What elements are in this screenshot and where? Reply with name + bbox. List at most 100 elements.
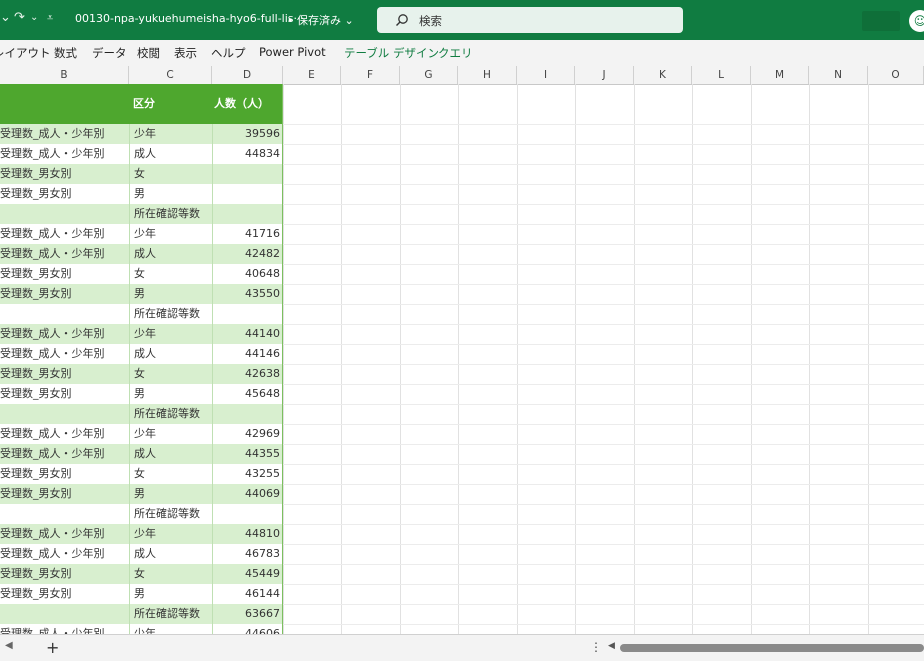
table-cell[interactable]: 受理数_成人・少年別 bbox=[0, 224, 129, 244]
table-cell[interactable]: 受理数_男女別 bbox=[0, 584, 129, 604]
column-header[interactable]: B bbox=[0, 66, 129, 84]
table-cell[interactable] bbox=[212, 184, 283, 204]
table-cell[interactable]: 受理数_成人・少年別 bbox=[0, 624, 129, 634]
table-cell[interactable]: 少年 bbox=[129, 624, 212, 634]
table-cell[interactable]: 女 bbox=[129, 364, 212, 384]
save-state[interactable]: • 保存済み ⌄ bbox=[287, 12, 354, 28]
scrollbar-thumb[interactable] bbox=[620, 644, 924, 652]
column-header[interactable]: G bbox=[400, 66, 458, 84]
table-cell[interactable] bbox=[0, 604, 129, 624]
table-cell[interactable]: 44146 bbox=[212, 344, 283, 364]
table-cell[interactable]: 46144 bbox=[212, 584, 283, 604]
table-cell[interactable]: 45648 bbox=[212, 384, 283, 404]
more-options-icon[interactable]: ⋮ bbox=[590, 640, 602, 654]
table-cell[interactable] bbox=[0, 304, 129, 324]
table-cell[interactable]: 44606 bbox=[212, 624, 283, 634]
table-cell[interactable]: 43255 bbox=[212, 464, 283, 484]
tab-data[interactable]: データ bbox=[92, 45, 127, 61]
table-cell[interactable] bbox=[212, 404, 283, 424]
column-header[interactable]: D bbox=[212, 66, 283, 84]
table-cell[interactable]: 所在確認等数 bbox=[129, 504, 212, 524]
table-cell[interactable] bbox=[0, 204, 129, 224]
table-cell[interactable] bbox=[212, 204, 283, 224]
table-cell[interactable]: 女 bbox=[129, 164, 212, 184]
table-cell[interactable]: 所在確認等数 bbox=[129, 604, 212, 624]
table-cell[interactable]: 受理数_成人・少年別 bbox=[0, 544, 129, 564]
table-cell[interactable]: 受理数_成人・少年別 bbox=[0, 524, 129, 544]
table-cell[interactable]: 受理数_成人・少年別 bbox=[0, 344, 129, 364]
table-cell[interactable]: 44140 bbox=[212, 324, 283, 344]
header-cell-count[interactable]: 人数（人） bbox=[212, 84, 283, 124]
table-cell[interactable]: 少年 bbox=[129, 524, 212, 544]
file-name[interactable]: 00130-npa-yukuehumeisha-hyo6-full-lis··· bbox=[75, 12, 304, 25]
column-header[interactable]: C bbox=[129, 66, 212, 84]
table-cell[interactable] bbox=[212, 164, 283, 184]
titlebar-button[interactable] bbox=[862, 11, 900, 31]
table-cell[interactable]: 44069 bbox=[212, 484, 283, 504]
redo-icon[interactable]: ↷ bbox=[14, 10, 25, 25]
table-cell[interactable] bbox=[0, 504, 129, 524]
search-box[interactable]: 検索 bbox=[377, 7, 683, 33]
table-cell[interactable]: 46783 bbox=[212, 544, 283, 564]
table-cell[interactable]: 受理数_男女別 bbox=[0, 484, 129, 504]
table-cell[interactable]: 所在確認等数 bbox=[129, 204, 212, 224]
table-cell[interactable]: 所在確認等数 bbox=[129, 404, 212, 424]
tab-review[interactable]: 校閲 bbox=[137, 45, 160, 61]
column-header[interactable]: I bbox=[517, 66, 575, 84]
table-cell[interactable]: 44810 bbox=[212, 524, 283, 544]
table-cell[interactable]: 男 bbox=[129, 384, 212, 404]
table-cell[interactable] bbox=[0, 404, 129, 424]
table-cell[interactable]: 受理数_男女別 bbox=[0, 164, 129, 184]
tab-query[interactable]: クエリ bbox=[438, 45, 473, 61]
table-cell[interactable]: 少年 bbox=[129, 424, 212, 444]
table-cell[interactable]: 45449 bbox=[212, 564, 283, 584]
undo-dropdown-icon[interactable]: ⌄ bbox=[0, 10, 11, 25]
sheet-grid[interactable]: 区分 人数（人） 受理数_成人・少年別 少年 39596 受理数_成人・少年別 成人 44… bbox=[0, 84, 924, 634]
column-header[interactable]: F bbox=[341, 66, 400, 84]
header-cell-category[interactable]: 区分 bbox=[129, 84, 212, 124]
table-cell[interactable]: 成人 bbox=[129, 544, 212, 564]
table-cell[interactable]: 成人 bbox=[129, 344, 212, 364]
table-cell[interactable]: 少年 bbox=[129, 124, 212, 144]
customize-qat-icon[interactable]: ⩡ bbox=[47, 11, 53, 25]
table-cell[interactable]: 少年 bbox=[129, 324, 212, 344]
table-cell[interactable]: 受理数_男女別 bbox=[0, 384, 129, 404]
table-cell[interactable]: 44834 bbox=[212, 144, 283, 164]
sheet-nav-left-icon[interactable]: ◀ bbox=[5, 640, 13, 651]
table-cell[interactable]: 所在確認等数 bbox=[129, 304, 212, 324]
table-cell[interactable] bbox=[212, 304, 283, 324]
column-header[interactable]: K bbox=[634, 66, 692, 84]
table-cell[interactable]: 受理数_男女別 bbox=[0, 364, 129, 384]
table-cell[interactable]: 男 bbox=[129, 584, 212, 604]
redo-dropdown-icon[interactable]: ⌄ bbox=[30, 12, 38, 23]
table-cell[interactable]: 成人 bbox=[129, 244, 212, 264]
table-cell[interactable]: 受理数_成人・少年別 bbox=[0, 424, 129, 444]
table-cell[interactable]: 受理数_成人・少年別 bbox=[0, 144, 129, 164]
table-cell[interactable]: 成人 bbox=[129, 144, 212, 164]
scroll-left-icon[interactable]: ◀ bbox=[608, 641, 615, 651]
table-cell[interactable]: 受理数_男女別 bbox=[0, 464, 129, 484]
table-cell[interactable]: 39596 bbox=[212, 124, 283, 144]
column-header[interactable]: O bbox=[868, 66, 924, 84]
table-cell[interactable]: 受理数_成人・少年別 bbox=[0, 124, 129, 144]
table-cell[interactable]: 男 bbox=[129, 284, 212, 304]
add-sheet-icon[interactable]: + bbox=[46, 638, 59, 657]
table-cell[interactable]: 42482 bbox=[212, 244, 283, 264]
table-cell[interactable]: 41716 bbox=[212, 224, 283, 244]
table-cell[interactable]: 受理数_男女別 bbox=[0, 184, 129, 204]
table-cell[interactable]: 63667 bbox=[212, 604, 283, 624]
column-header[interactable]: L bbox=[692, 66, 751, 84]
table-cell[interactable]: 受理数_男女別 bbox=[0, 264, 129, 284]
table-cell[interactable]: 女 bbox=[129, 464, 212, 484]
tab-formulas[interactable]: 数式 bbox=[54, 45, 77, 61]
table-cell[interactable]: 42638 bbox=[212, 364, 283, 384]
table-cell[interactable]: 男 bbox=[129, 484, 212, 504]
table-cell[interactable]: 43550 bbox=[212, 284, 283, 304]
column-header[interactable]: J bbox=[575, 66, 634, 84]
header-cell-b[interactable] bbox=[0, 84, 129, 124]
tab-view[interactable]: 表示 bbox=[174, 45, 197, 61]
table-cell[interactable]: 女 bbox=[129, 264, 212, 284]
table-cell[interactable]: 受理数_男女別 bbox=[0, 284, 129, 304]
horizontal-scrollbar[interactable]: ◀ bbox=[608, 641, 924, 652]
table-cell[interactable] bbox=[212, 504, 283, 524]
